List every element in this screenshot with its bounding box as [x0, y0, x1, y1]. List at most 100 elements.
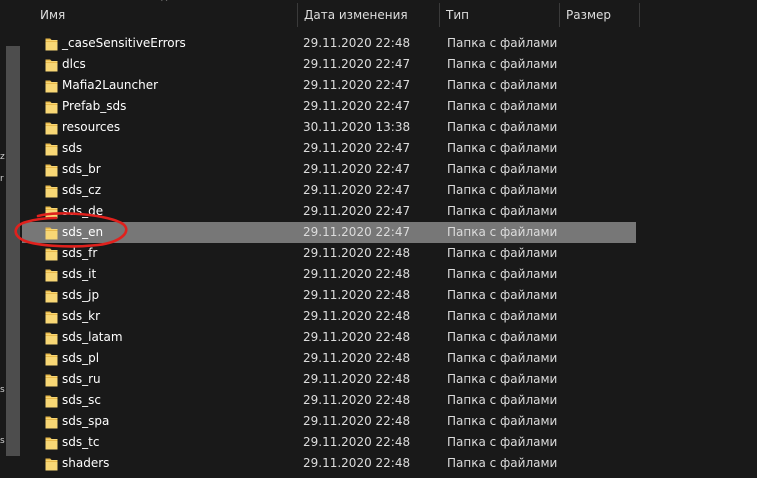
folder-icon — [45, 121, 58, 135]
file-row[interactable]: sds_kr 29.11.2020 22:48 Папка с файлами — [22, 306, 636, 327]
column-header-type-label: Тип — [446, 8, 469, 22]
file-date-modified: 30.11.2020 13:38 — [303, 120, 411, 134]
file-date-modified: 29.11.2020 22:48 — [303, 435, 411, 449]
file-date-modified: 29.11.2020 22:47 — [303, 183, 411, 197]
file-type: Папка с файлами — [447, 78, 558, 92]
folder-icon — [45, 394, 58, 408]
file-row[interactable]: Mafia2Launcher 29.11.2020 22:47 Папка с фа… — [22, 75, 636, 96]
file-row[interactable]: Prefab_sds 29.11.2020 22:47 Папка с файлам… — [22, 96, 636, 117]
file-row[interactable]: sds_pl 29.11.2020 22:48 Папка с файлами — [22, 348, 636, 369]
file-type: Папка с файлами — [447, 120, 558, 134]
file-date-modified: 29.11.2020 22:48 — [303, 309, 411, 323]
file-name: shaders — [62, 456, 110, 470]
folder-icon — [45, 289, 58, 303]
file-type: Папка с файлами — [447, 267, 558, 281]
folder-icon — [45, 373, 58, 387]
file-row[interactable]: sds_br 29.11.2020 22:47 Папка с файлами — [22, 159, 636, 180]
file-type: Папка с файлами — [447, 225, 558, 239]
file-type: Папка с файлами — [447, 246, 558, 260]
file-type: Папка с файлами — [447, 204, 558, 218]
folder-icon — [45, 268, 58, 282]
file-name: sds_kr — [62, 309, 101, 323]
column-header-date-label: Дата изменения — [304, 8, 408, 22]
file-type: Папка с файлами — [447, 435, 558, 449]
file-row[interactable]: sds_sc 29.11.2020 22:48 Папка с файлами — [22, 390, 636, 411]
file-name: sds_en — [62, 225, 104, 239]
folder-icon — [45, 37, 58, 51]
file-date-modified: 29.11.2020 22:48 — [303, 414, 411, 428]
column-divider[interactable] — [639, 3, 640, 27]
file-date-modified: 29.11.2020 22:48 — [303, 288, 411, 302]
file-row[interactable]: sds_ru 29.11.2020 22:48 Папка с файлами — [22, 369, 636, 390]
file-date-modified: 29.11.2020 22:48 — [303, 330, 411, 344]
file-name: Mafia2Launcher — [62, 78, 159, 92]
file-row[interactable]: sds_latam 29.11.2020 22:48 Папка с файлами — [22, 327, 636, 348]
file-type: Папка с файлами — [447, 372, 558, 386]
file-type: Папка с файлами — [447, 456, 558, 470]
file-name: _caseSensitiveErrors — [62, 36, 186, 50]
folder-icon — [45, 163, 58, 177]
file-name: sds_de — [62, 204, 104, 218]
folder-icon — [45, 205, 58, 219]
file-date-modified: 29.11.2020 22:48 — [303, 393, 411, 407]
file-date-modified: 29.11.2020 22:48 — [303, 267, 411, 281]
file-row[interactable]: dlcs 29.11.2020 22:47 Папка с файлами — [22, 54, 636, 75]
folder-icon — [45, 79, 58, 93]
sort-ascending-icon: ^ — [160, 0, 169, 8]
file-name: sds_latam — [62, 330, 123, 344]
file-row[interactable]: sds_fr 29.11.2020 22:48 Папка с файлами — [22, 243, 636, 264]
file-row[interactable]: sds_de 29.11.2020 22:47 Папка с файлами — [22, 201, 636, 222]
navigation-pane: z r s s — [0, 0, 20, 477]
file-row[interactable]: shaders 29.11.2020 22:48 Папка с файлами — [22, 453, 636, 474]
column-header-date-modified[interactable]: Дата изменения — [298, 3, 440, 27]
file-type: Папка с файлами — [447, 351, 558, 365]
file-list: _caseSensitiveErrors 29.11.2020 22:48 Папк… — [22, 33, 757, 474]
file-date-modified: 29.11.2020 22:48 — [303, 372, 411, 386]
file-name: dlcs — [62, 57, 86, 71]
folder-icon — [45, 436, 58, 450]
file-name: Prefab_sds — [62, 99, 127, 113]
file-type: Папка с файлами — [447, 414, 558, 428]
file-row[interactable]: sds_tc 29.11.2020 22:48 Папка с файлами — [22, 432, 636, 453]
file-name: sds_it — [62, 267, 97, 281]
file-row[interactable]: _caseSensitiveErrors 29.11.2020 22:48 Папк… — [22, 33, 636, 54]
folder-icon — [45, 100, 58, 114]
folder-icon — [45, 247, 58, 261]
file-type: Папка с файлами — [447, 309, 558, 323]
navigation-pane-scrollbar[interactable] — [6, 46, 20, 456]
column-header-size-label: Размер — [566, 8, 612, 22]
file-date-modified: 29.11.2020 22:47 — [303, 99, 411, 113]
file-type: Папка с файлами — [447, 141, 558, 155]
file-date-modified: 29.11.2020 22:48 — [303, 36, 411, 50]
file-name: sds_pl — [62, 351, 100, 365]
file-row[interactable]: resources 30.11.2020 13:38 Папка с файлами — [22, 117, 636, 138]
navigation-pane-clipped-text: z — [0, 152, 5, 162]
file-type: Папка с файлами — [447, 393, 558, 407]
file-row[interactable]: sds_spa 29.11.2020 22:48 Папка с файлами — [22, 411, 636, 432]
file-name: sds_jp — [62, 288, 100, 302]
file-row[interactable]: sds_en 29.11.2020 22:47 Папка с файлами — [22, 222, 636, 243]
file-type: Папка с файлами — [447, 183, 558, 197]
file-row[interactable]: sds_it 29.11.2020 22:48 Папка с файлами — [22, 264, 636, 285]
navigation-pane-clipped-text: s — [0, 436, 5, 446]
file-name: sds_tc — [62, 435, 100, 449]
file-date-modified: 29.11.2020 22:47 — [303, 225, 411, 239]
file-name: sds_cz — [62, 183, 102, 197]
column-header-type[interactable]: Тип — [440, 3, 560, 27]
file-name: resources — [62, 120, 121, 134]
file-date-modified: 29.11.2020 22:48 — [303, 351, 411, 365]
file-name: sds_br — [62, 162, 101, 176]
navigation-pane-clipped-text: r — [0, 174, 4, 184]
folder-icon — [45, 457, 58, 471]
file-row[interactable]: sds_jp 29.11.2020 22:48 Папка с файлами — [22, 285, 636, 306]
file-type: Папка с файлами — [447, 330, 558, 344]
column-header-size[interactable]: Размер — [560, 3, 640, 27]
folder-icon — [45, 352, 58, 366]
column-header-name-label: Имя — [40, 8, 66, 22]
navigation-pane-clipped-text: s — [0, 385, 5, 395]
file-type: Папка с файлами — [447, 99, 558, 113]
file-row[interactable]: sds 29.11.2020 22:47 Папка с файлами — [22, 138, 636, 159]
file-row[interactable]: sds_cz 29.11.2020 22:47 Папка с файлами — [22, 180, 636, 201]
folder-icon — [45, 331, 58, 345]
column-header: Имя ^ Дата изменения Тип Размер — [22, 0, 757, 28]
